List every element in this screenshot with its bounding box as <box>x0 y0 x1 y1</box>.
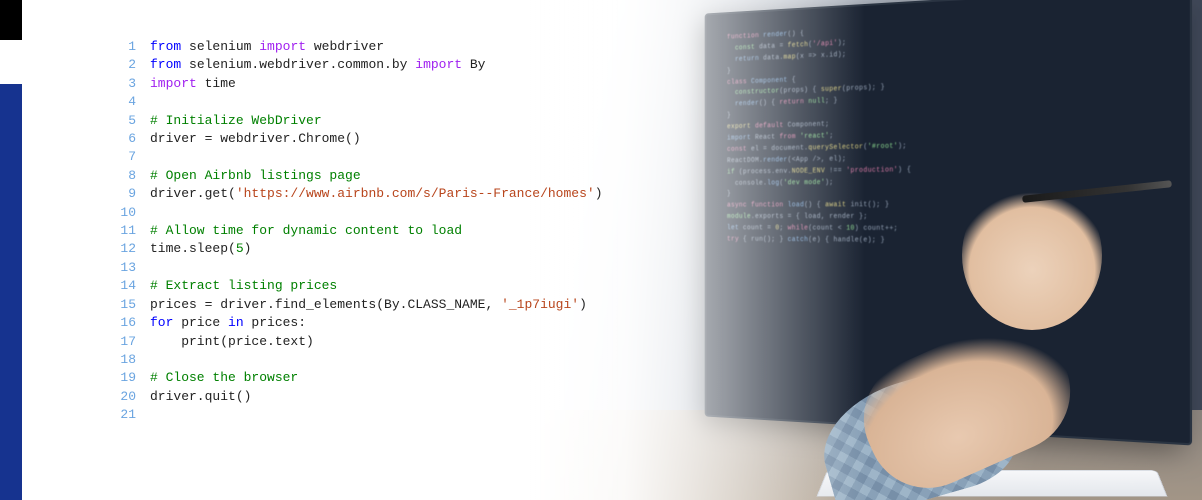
code-token: prices = driver.find_elements(By.CLASS_N… <box>150 297 501 312</box>
line-number: 8 <box>108 167 136 185</box>
line-number: 15 <box>108 296 136 314</box>
code-token: # Extract listing prices <box>150 278 337 293</box>
code-token: import <box>415 57 462 72</box>
code-token: 'https://www.airbnb.com/s/Paris--France/… <box>236 186 595 201</box>
code-token: for <box>150 315 173 330</box>
code-token: prices: <box>244 315 306 330</box>
code-token: from <box>150 39 181 54</box>
code-token: # Initialize WebDriver <box>150 113 322 128</box>
code-line: 13 <box>108 259 603 277</box>
code-line: 2 from selenium.webdriver.common.by impor… <box>108 56 603 74</box>
code-token: ) <box>244 241 252 256</box>
code-line: 9 driver.get('https://www.airbnb.com/s/Pa… <box>108 185 603 203</box>
code-token: '_1p7iugi' <box>501 297 579 312</box>
left-black-bar <box>0 0 22 40</box>
code-snippet: 1 from selenium import webdriver 2 from sel… <box>108 38 603 425</box>
code-line: 16 for price in prices: <box>108 314 603 332</box>
line-number: 17 <box>108 333 136 351</box>
line-number: 5 <box>108 112 136 130</box>
line-number: 7 <box>108 148 136 166</box>
line-number: 12 <box>108 240 136 258</box>
code-token: selenium.webdriver.common.by <box>181 57 415 72</box>
code-token: ) <box>595 186 603 201</box>
code-token: # Allow time for dynamic content to load <box>150 223 462 238</box>
line-number: 19 <box>108 369 136 387</box>
code-token: import <box>150 76 197 91</box>
code-line: 10 <box>108 204 603 222</box>
line-number: 13 <box>108 259 136 277</box>
code-token: price <box>173 315 228 330</box>
code-line: 5 # Initialize WebDriver <box>108 112 603 130</box>
code-token: time.sleep( <box>150 241 236 256</box>
line-number: 2 <box>108 56 136 74</box>
code-line: 18 <box>108 351 603 369</box>
code-line: 7 <box>108 148 603 166</box>
code-token: from <box>150 57 181 72</box>
code-line: 8 # Open Airbnb listings page <box>108 167 603 185</box>
code-token: ) <box>579 297 587 312</box>
code-token: By <box>462 57 485 72</box>
code-line: 11 # Allow time for dynamic content to lo… <box>108 222 603 240</box>
line-number: 4 <box>108 93 136 111</box>
line-number: 1 <box>108 38 136 56</box>
code-token: driver.quit() <box>150 389 251 404</box>
line-number: 16 <box>108 314 136 332</box>
line-number: 11 <box>108 222 136 240</box>
code-line: 4 <box>108 93 603 111</box>
hand <box>962 180 1102 330</box>
code-line: 21 <box>108 406 603 424</box>
code-line: 19 # Close the browser <box>108 369 603 387</box>
code-line: 17 print(price.text) <box>108 333 603 351</box>
line-number: 18 <box>108 351 136 369</box>
code-line: 14 # Extract listing prices <box>108 277 603 295</box>
line-number: 9 <box>108 185 136 203</box>
line-number: 14 <box>108 277 136 295</box>
code-token: print(price.text) <box>150 334 314 349</box>
code-line: 15 prices = driver.find_elements(By.CLASS… <box>108 296 603 314</box>
code-token: # Open Airbnb listings page <box>150 168 361 183</box>
line-number: 21 <box>108 406 136 424</box>
line-number: 10 <box>108 204 136 222</box>
code-token: driver = webdriver.Chrome() <box>150 131 361 146</box>
code-line: 3 import time <box>108 75 603 93</box>
code-token: driver.get( <box>150 186 236 201</box>
code-line: 12 time.sleep(5) <box>108 240 603 258</box>
code-line: 6 driver = webdriver.Chrome() <box>108 130 603 148</box>
code-token: selenium <box>181 39 259 54</box>
code-token: # Close the browser <box>150 370 298 385</box>
code-token: webdriver <box>306 39 384 54</box>
code-token: import <box>259 39 306 54</box>
code-token: time <box>197 76 236 91</box>
left-blue-bar <box>0 84 22 500</box>
code-line: 20 driver.quit() <box>108 388 603 406</box>
code-token: in <box>228 315 244 330</box>
line-number: 3 <box>108 75 136 93</box>
line-number: 20 <box>108 388 136 406</box>
line-number: 6 <box>108 130 136 148</box>
code-token: 5 <box>236 241 244 256</box>
screen-code-blur: function render() { const data = fetch('… <box>706 0 1189 272</box>
code-line: 1 from selenium import webdriver <box>108 38 603 56</box>
